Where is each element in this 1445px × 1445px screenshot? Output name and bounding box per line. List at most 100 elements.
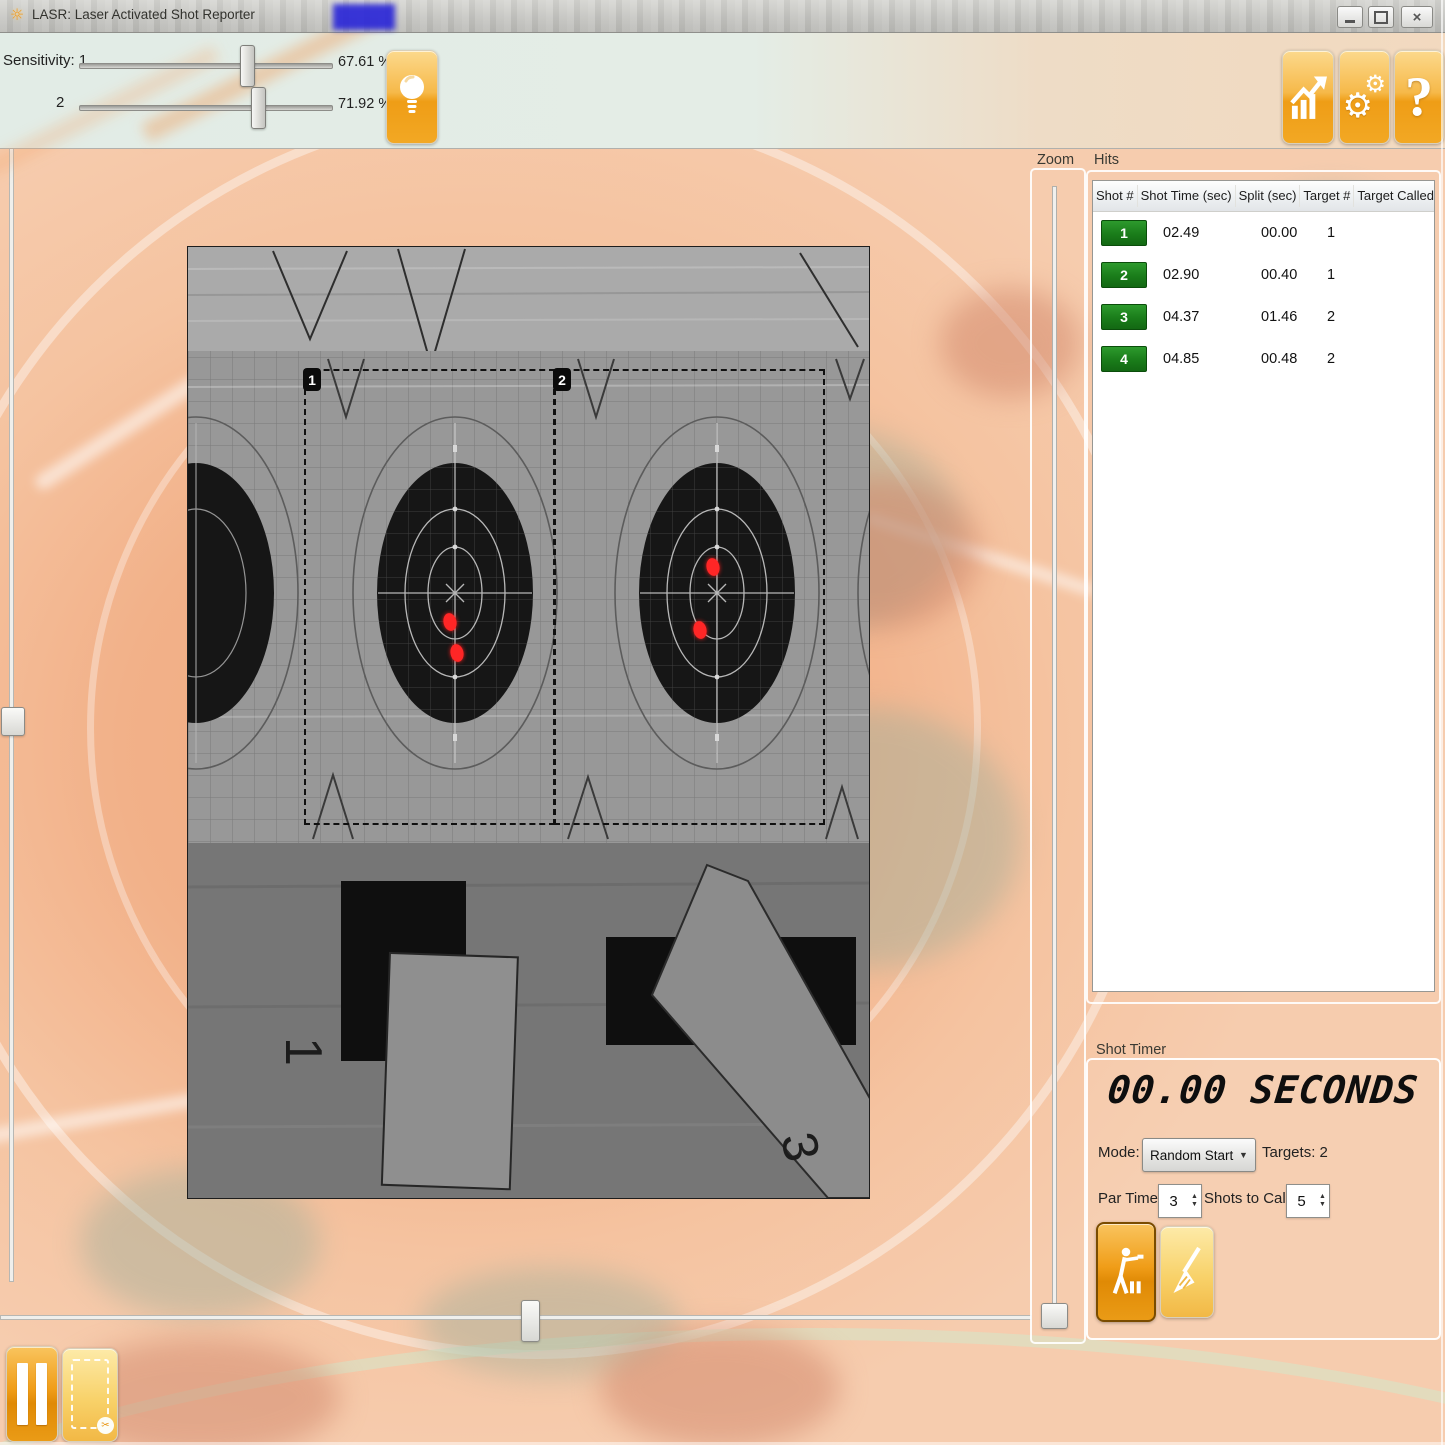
sensitivity-1-slider-thumb[interactable]	[240, 45, 255, 87]
zoom-panel	[1030, 168, 1086, 1344]
timer-display: 00.00 SECONDS	[1094, 1068, 1433, 1112]
clear-hits-button[interactable]	[1160, 1226, 1214, 1318]
column-target-called: Target Called	[1354, 185, 1435, 207]
maximize-button[interactable]	[1368, 6, 1394, 28]
target-zone-1[interactable]: 1	[304, 369, 555, 825]
bar-chart-arrow-icon	[1289, 73, 1327, 121]
pause-icon	[36, 1363, 47, 1425]
table-row[interactable]: 2 02.90 00.40 1	[1093, 254, 1434, 296]
column-shot-number: Shot #	[1093, 185, 1138, 207]
pause-button[interactable]	[6, 1346, 58, 1442]
lightbulb-icon	[395, 71, 429, 123]
par-time-value: 3	[1159, 1193, 1188, 1210]
split-cell: 00.48	[1257, 351, 1323, 367]
shot-number-badge: 4	[1101, 346, 1147, 372]
stepper-arrows[interactable]: ▲ ▼	[1316, 1193, 1329, 1209]
sensitivity-2-slider-thumb[interactable]	[251, 87, 266, 129]
close-button[interactable]: ×	[1401, 6, 1433, 28]
title-bar[interactable]: ☼ LASR: Laser Activated Shot Reporter ×	[0, 0, 1445, 33]
shot-number-badge: 3	[1101, 304, 1147, 330]
sensitivity-2-label: 2	[56, 94, 64, 111]
arrow-up-icon[interactable]: ▲	[1191, 1193, 1198, 1201]
settings-button[interactable]: ⚙ ⚙	[1339, 50, 1390, 144]
top-control-band	[0, 32, 1445, 149]
target-number-cell: 1	[1323, 267, 1377, 283]
stepper-arrows[interactable]: ▲ ▼	[1188, 1193, 1201, 1209]
zone-layer: 12	[188, 247, 869, 1198]
shot-time-cell: 02.49	[1155, 225, 1257, 241]
shot-number-badge: 2	[1101, 262, 1147, 288]
par-time-stepper[interactable]: 3 ▲ ▼	[1158, 1184, 1202, 1218]
arrow-up-icon[interactable]: ▲	[1319, 1193, 1326, 1201]
blue-smudge-decoration	[333, 4, 395, 30]
zoom-panel-label: Zoom	[1037, 152, 1074, 168]
chevron-down-icon: ▼	[1239, 1150, 1255, 1160]
arrow-down-icon[interactable]: ▼	[1191, 1201, 1198, 1209]
minimize-button[interactable]	[1337, 6, 1363, 28]
split-cell: 01.46	[1257, 309, 1323, 325]
zone-label-chip: 1	[303, 368, 321, 391]
table-row[interactable]: 4 04.85 00.48 2	[1093, 338, 1434, 380]
help-button[interactable]: ?	[1394, 50, 1444, 144]
zone-label-chip: 2	[553, 368, 571, 391]
window-edge	[1441, 0, 1443, 1445]
column-shot-time: Shot Time (sec)	[1138, 185, 1236, 207]
camera-vertical-slider-thumb[interactable]	[1, 707, 25, 736]
shots-to-call-value: 5	[1287, 1193, 1316, 1210]
shot-time-cell: 02.90	[1155, 267, 1257, 283]
par-time-label: Par Time:	[1098, 1190, 1162, 1207]
table-row[interactable]: 1 02.49 00.00 1	[1093, 212, 1434, 254]
sensitivity-2-slider-track[interactable]	[79, 105, 333, 111]
camera-feed-view[interactable]: 1 3 12	[187, 246, 870, 1199]
close-icon: ×	[1413, 9, 1422, 26]
shot-time-cell: 04.37	[1155, 309, 1257, 325]
camera-horizontal-slider-track[interactable]	[0, 1315, 1032, 1320]
app-icon: ☼	[8, 6, 26, 24]
hits-panel-label: Hits	[1094, 152, 1119, 168]
shots-to-call-label: Shots to Call:	[1204, 1190, 1293, 1207]
background-foliage	[600, 1328, 840, 1445]
hits-table[interactable]: Shot # Shot Time (sec) Split (sec) Targe…	[1092, 180, 1435, 992]
define-zone-button[interactable]: ✂	[62, 1348, 118, 1442]
shot-timer-panel-label: Shot Timer	[1096, 1042, 1166, 1058]
target-zone-2[interactable]: 2	[554, 369, 825, 825]
mode-dropdown[interactable]: Random Start ▼	[1142, 1138, 1256, 1172]
pause-icon	[17, 1363, 28, 1425]
statistics-button[interactable]	[1282, 50, 1334, 144]
gears-icon: ⚙ ⚙	[1345, 74, 1385, 120]
sensitivity-2-value: 71.92 %	[338, 96, 391, 112]
target-number-cell: 2	[1323, 351, 1377, 367]
question-mark-icon: ?	[1405, 65, 1433, 129]
column-split: Split (sec)	[1236, 185, 1301, 207]
target-number-cell: 1	[1323, 225, 1377, 241]
table-row[interactable]: 3 04.37 01.46 2	[1093, 296, 1434, 338]
lighting-mode-button[interactable]	[386, 50, 438, 144]
camera-horizontal-slider-thumb[interactable]	[521, 1300, 540, 1342]
start-drill-button[interactable]	[1096, 1222, 1156, 1322]
zone-edit-badge-icon: ✂	[97, 1417, 114, 1434]
targets-count-label: Targets: 2	[1262, 1144, 1328, 1161]
window-title: LASR: Laser Activated Shot Reporter	[32, 7, 255, 22]
zoom-slider-track[interactable]	[1052, 186, 1057, 1308]
lasr-window: { "window": { "title": "LASR: Laser Acti…	[0, 0, 1445, 1445]
hits-table-header: Shot # Shot Time (sec) Split (sec) Targe…	[1093, 181, 1434, 212]
sensitivity-1-slider-track[interactable]	[79, 63, 333, 69]
target-number-cell: 2	[1323, 309, 1377, 325]
shot-time-cell: 04.85	[1155, 351, 1257, 367]
zoom-slider-thumb[interactable]	[1041, 1303, 1068, 1329]
shots-to-call-stepper[interactable]: 5 ▲ ▼	[1286, 1184, 1330, 1218]
split-cell: 00.00	[1257, 225, 1323, 241]
minimize-icon	[1345, 20, 1355, 23]
split-cell: 00.40	[1257, 267, 1323, 283]
shooter-icon	[1106, 1240, 1146, 1304]
shot-number-badge: 1	[1101, 220, 1147, 246]
sensitivity-1-value: 67.61 %	[338, 54, 391, 70]
column-target-number: Target #	[1300, 185, 1354, 207]
sensitivity-1-label: Sensitivity: 1	[3, 52, 87, 69]
broom-icon	[1169, 1242, 1205, 1302]
mode-dropdown-value: Random Start	[1143, 1148, 1239, 1163]
arrow-down-icon[interactable]: ▼	[1319, 1201, 1326, 1209]
maximize-icon	[1374, 11, 1388, 24]
camera-vertical-slider-track[interactable]	[9, 45, 14, 1282]
mode-label: Mode:	[1098, 1144, 1140, 1161]
